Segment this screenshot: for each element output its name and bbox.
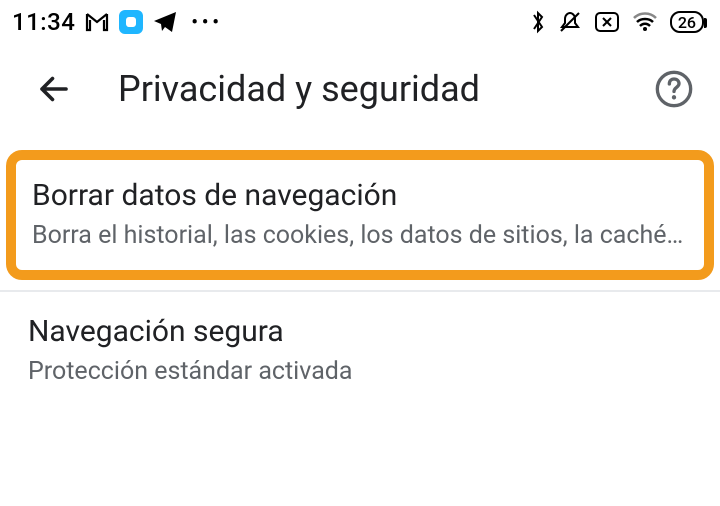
status-more-icon: ••• [187, 12, 222, 33]
status-time: 11:34 [12, 8, 75, 36]
safe-browsing-item[interactable]: Navegación segura Protección estándar ac… [0, 292, 720, 406]
clear-browsing-data-item[interactable]: Borrar datos de navegación Borra el hist… [6, 150, 714, 280]
back-icon[interactable] [36, 71, 72, 107]
bluetooth-icon [530, 9, 546, 35]
item-title: Borrar datos de navegación [32, 178, 688, 213]
item-subtitle: Protección estándar activada [28, 355, 692, 388]
app-bar: Privacidad y seguridad [0, 44, 720, 132]
no-sim-icon [594, 11, 620, 33]
mute-icon [558, 10, 582, 34]
status-bar: 11:34 ••• [0, 0, 720, 44]
gmail-icon [85, 12, 109, 32]
battery-percent: 26 [678, 13, 696, 32]
status-left: 11:34 ••• [12, 8, 223, 36]
wifi-icon [632, 11, 658, 33]
help-icon[interactable] [654, 69, 694, 109]
telegram-icon [153, 11, 177, 33]
item-title: Navegación segura [28, 314, 692, 349]
app-indicator-icon [119, 10, 143, 34]
page-title: Privacidad y seguridad [118, 68, 654, 110]
status-right: 26 [530, 9, 704, 35]
item-subtitle: Borra el historial, las cookies, los dat… [32, 219, 688, 252]
battery-indicator: 26 [670, 11, 704, 33]
